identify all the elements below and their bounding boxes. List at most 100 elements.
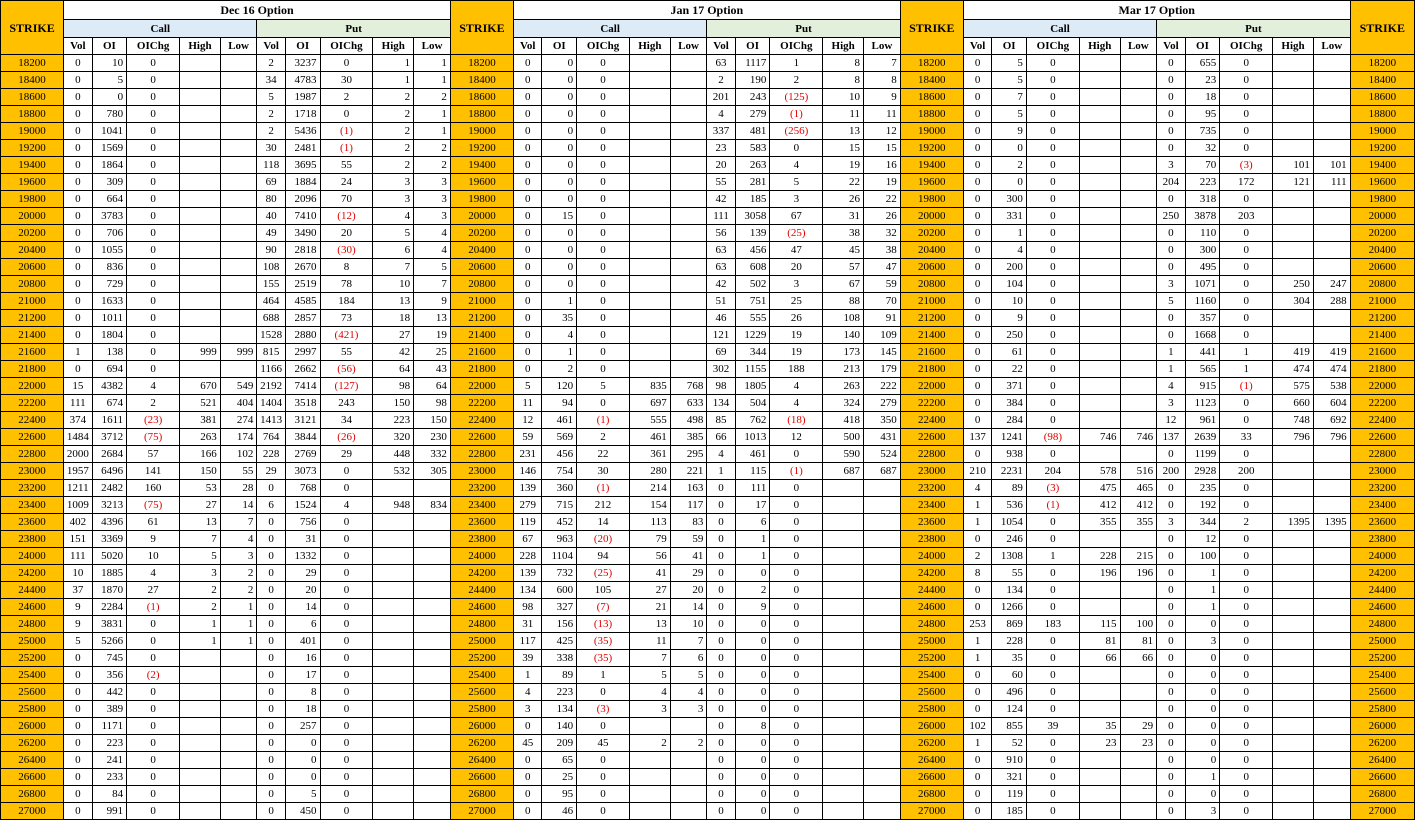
call-cell[interactable]	[1078, 190, 1121, 208]
call-cell[interactable]: (75)	[126, 496, 181, 514]
put-cell[interactable]: (127)	[319, 377, 374, 395]
call-cell[interactable]: 120	[541, 377, 578, 395]
call-cell[interactable]: 706	[91, 224, 128, 242]
call-cell[interactable]: 119	[512, 513, 543, 531]
call-cell[interactable]: 1	[962, 496, 993, 514]
put-cell[interactable]: 0	[769, 700, 824, 718]
put-cell[interactable]	[822, 700, 865, 718]
put-cell[interactable]: 0	[1219, 717, 1274, 735]
call-cell[interactable]: 55	[991, 564, 1027, 582]
put-cell[interactable]: 34	[319, 411, 374, 429]
strike-cell[interactable]: 26600	[899, 768, 964, 786]
strike-cell[interactable]: 19000	[449, 122, 514, 140]
call-cell[interactable]: 5	[669, 666, 708, 684]
put-cell[interactable]: 0	[319, 632, 374, 650]
call-cell[interactable]: 10	[991, 292, 1027, 310]
call-cell[interactable]	[219, 292, 258, 310]
put-cell[interactable]: 121	[706, 326, 736, 344]
call-cell[interactable]: 66	[1119, 649, 1158, 667]
put-cell[interactable]: 29	[319, 445, 374, 463]
call-cell[interactable]: 355	[1119, 513, 1158, 531]
put-cell[interactable]: 324	[822, 394, 865, 412]
strike-cell[interactable]: 25400	[1349, 666, 1415, 684]
put-cell[interactable]: 0	[1219, 241, 1274, 259]
put-cell[interactable]: 18	[1184, 88, 1221, 106]
call-cell[interactable]: 0	[63, 88, 93, 106]
strike-cell[interactable]: 27000	[0, 802, 65, 820]
call-cell[interactable]: 0	[962, 224, 993, 242]
call-cell[interactable]: 0	[126, 649, 181, 667]
put-cell[interactable]: 2	[256, 105, 286, 123]
put-cell[interactable]: 101	[1272, 156, 1314, 174]
put-cell[interactable]: 5	[769, 173, 824, 191]
strike-cell[interactable]: 21000	[899, 292, 964, 310]
put-cell[interactable]: 108	[256, 258, 286, 276]
put-cell[interactable]: 2880	[284, 326, 321, 344]
put-cell[interactable]	[413, 649, 451, 667]
put-cell[interactable]: 66	[706, 428, 736, 446]
call-cell[interactable]: 61	[991, 343, 1027, 361]
call-cell[interactable]: 0	[1025, 632, 1080, 650]
put-cell[interactable]	[1312, 700, 1351, 718]
strike-cell[interactable]: 20800	[449, 275, 514, 293]
put-cell[interactable]: 0	[1184, 683, 1221, 701]
put-cell[interactable]	[863, 496, 901, 514]
put-cell[interactable]: 0	[769, 479, 824, 497]
call-cell[interactable]: 0	[962, 258, 993, 276]
put-cell[interactable]: (1)	[769, 105, 824, 123]
call-cell[interactable]: 11	[512, 394, 543, 412]
put-cell[interactable]: 3	[413, 190, 451, 208]
put-cell[interactable]: 150	[372, 394, 415, 412]
strike-cell[interactable]: 19400	[449, 156, 514, 174]
put-cell[interactable]: 0	[706, 785, 736, 803]
strike-cell[interactable]: 19400	[1349, 156, 1415, 174]
call-cell[interactable]	[1078, 530, 1121, 548]
put-cell[interactable]: 0	[769, 445, 824, 463]
call-cell[interactable]: 1041	[91, 122, 128, 140]
put-cell[interactable]: 0	[1156, 717, 1186, 735]
put-cell[interactable]: 2	[706, 71, 736, 89]
call-cell[interactable]	[628, 105, 671, 123]
call-cell[interactable]: 999	[219, 343, 258, 361]
put-cell[interactable]: 0	[1156, 88, 1186, 106]
call-cell[interactable]: 0	[962, 598, 993, 616]
call-cell[interactable]: 0	[576, 309, 630, 327]
put-cell[interactable]: 0	[769, 717, 824, 735]
call-cell[interactable]: 4	[541, 326, 578, 344]
call-cell[interactable]	[219, 207, 258, 225]
put-cell[interactable]: 1	[372, 54, 415, 72]
put-cell[interactable]: 0	[1184, 649, 1221, 667]
call-cell[interactable]: 1	[541, 292, 578, 310]
call-cell[interactable]: 0	[962, 666, 993, 684]
call-cell[interactable]	[179, 683, 221, 701]
strike-cell[interactable]: 21000	[449, 292, 514, 310]
call-cell[interactable]: 9	[63, 598, 93, 616]
call-cell[interactable]: 0	[962, 173, 993, 191]
call-cell[interactable]: 3213	[91, 496, 128, 514]
call-cell[interactable]: 0	[1025, 241, 1080, 259]
put-cell[interactable]: 2662	[284, 360, 321, 378]
strike-cell[interactable]: 22000	[449, 377, 514, 395]
strike-cell[interactable]: 22600	[899, 428, 964, 446]
strike-cell[interactable]: 23000	[1349, 462, 1415, 480]
put-cell[interactable]: 2769	[284, 445, 321, 463]
put-cell[interactable]: 1	[413, 105, 451, 123]
call-cell[interactable]: 0	[962, 54, 993, 72]
strike-cell[interactable]: 26200	[449, 734, 514, 752]
put-cell[interactable]: 1	[1156, 360, 1186, 378]
call-cell[interactable]: (13)	[576, 615, 630, 633]
put-cell[interactable]: 179	[863, 360, 901, 378]
put-cell[interactable]: 118	[256, 156, 286, 174]
put-cell[interactable]: 0	[1219, 445, 1274, 463]
put-cell[interactable]: 63	[706, 258, 736, 276]
call-cell[interactable]: 0	[512, 224, 543, 242]
put-cell[interactable]	[1272, 734, 1314, 752]
call-cell[interactable]: 0	[126, 683, 181, 701]
put-cell[interactable]: 4	[413, 241, 451, 259]
call-cell[interactable]	[1119, 207, 1158, 225]
put-cell[interactable]: 115	[734, 462, 771, 480]
put-cell[interactable]	[372, 683, 415, 701]
put-cell[interactable]	[1312, 71, 1351, 89]
put-cell[interactable]: 25	[413, 343, 451, 361]
put-cell[interactable]: 42	[706, 190, 736, 208]
